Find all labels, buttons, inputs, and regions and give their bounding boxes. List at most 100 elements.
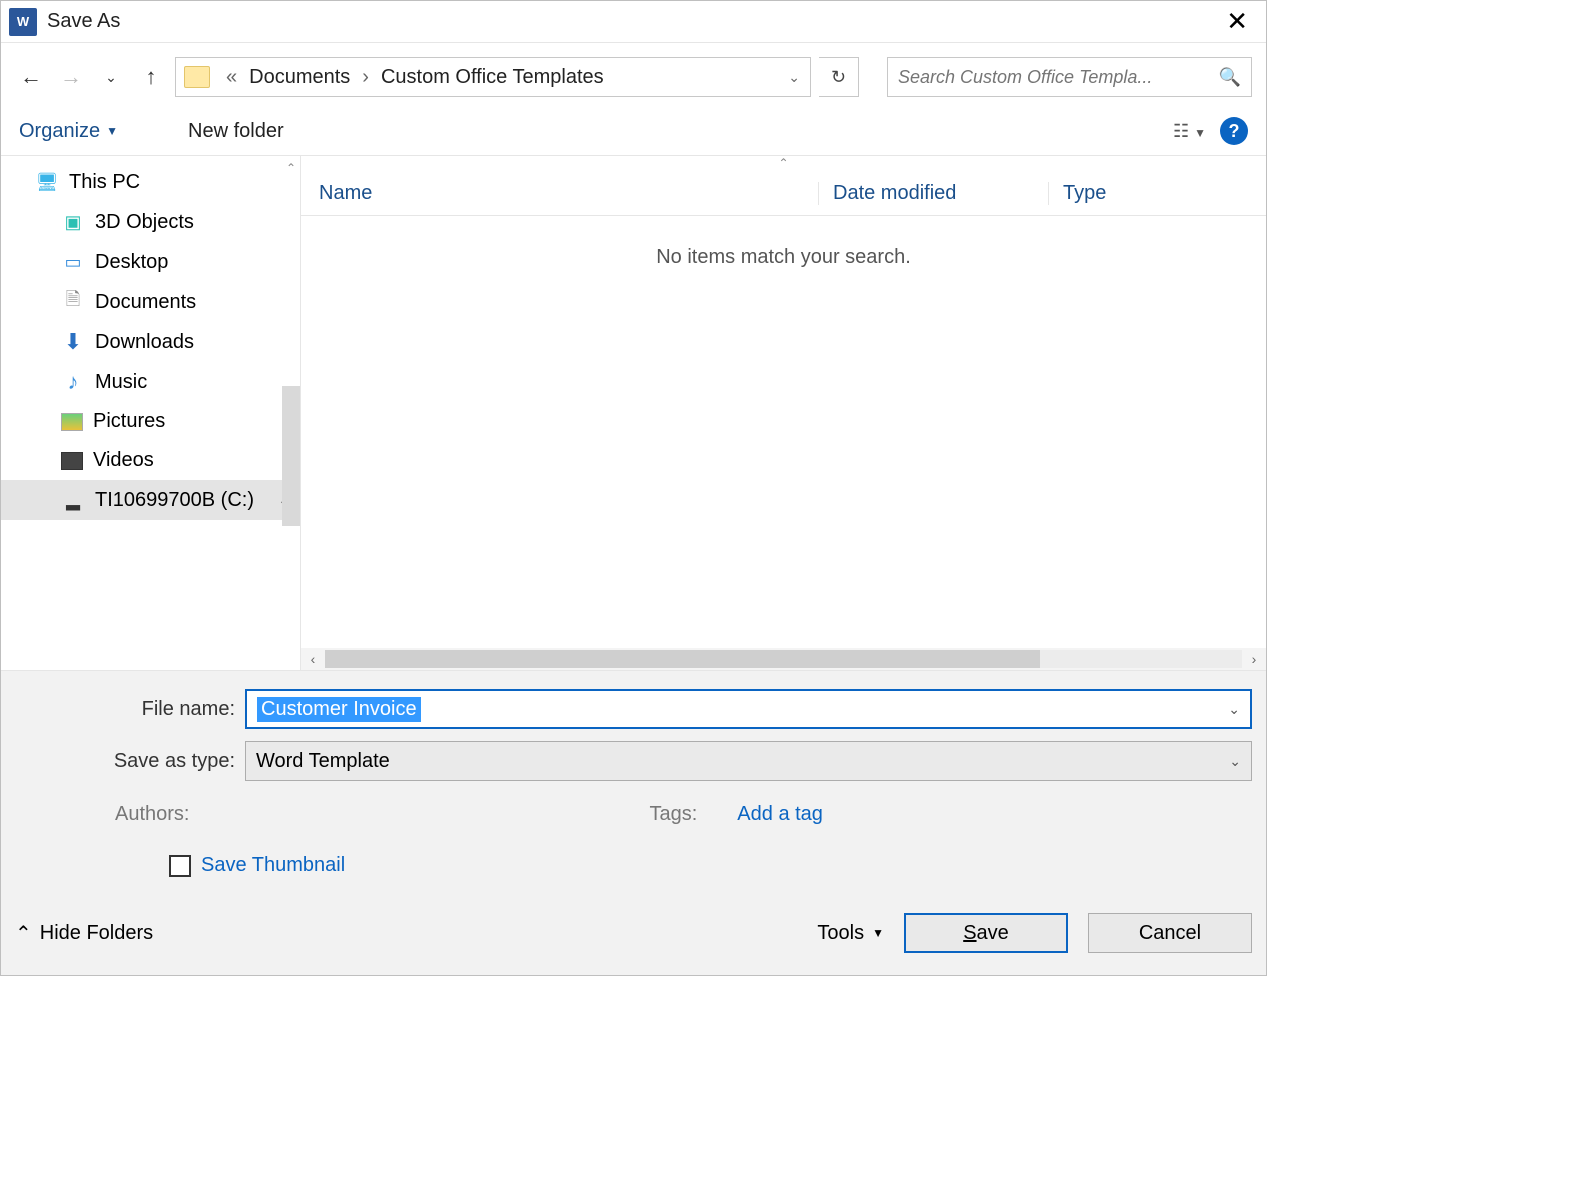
- column-headers: Name Date modified Type: [301, 172, 1266, 216]
- sidebar-item-this-pc[interactable]: 🖥 This PC: [1, 162, 300, 202]
- savetype-combo[interactable]: Word Template ⌄: [245, 741, 1252, 781]
- refresh-button[interactable]: ↻: [819, 57, 859, 97]
- horizontal-scrollbar[interactable]: ‹ ›: [301, 648, 1266, 670]
- filename-label: File name:: [15, 698, 245, 721]
- hide-folders-label: Hide Folders: [40, 922, 153, 945]
- column-header-name[interactable]: Name: [319, 182, 818, 205]
- collapse-chevron-icon[interactable]: ⌃: [301, 156, 1266, 172]
- sidebar-label: This PC: [69, 171, 140, 194]
- back-button[interactable]: ←: [15, 61, 47, 93]
- sidebar-label: TI10699700B (C:): [95, 489, 254, 512]
- drive-icon: ▂: [61, 488, 85, 512]
- form-area: File name: Customer Invoice ⌄ Save as ty…: [1, 671, 1266, 895]
- new-folder-button[interactable]: New folder: [188, 120, 284, 143]
- titlebar: W Save As ✕: [1, 1, 1266, 43]
- download-icon: ⬇: [61, 330, 85, 354]
- navigation-row: ← → ⌄ ↑ « Documents › Custom Office Temp…: [1, 43, 1266, 107]
- chevron-right-icon[interactable]: ›: [356, 66, 375, 89]
- scroll-left-icon[interactable]: ‹: [301, 651, 325, 667]
- scroll-up-icon[interactable]: ⌃: [282, 156, 300, 180]
- column-header-type[interactable]: Type: [1048, 182, 1248, 205]
- tools-label: Tools: [817, 922, 864, 945]
- toolbar: Organize ▼ New folder ☷ ▼ ?: [1, 107, 1266, 156]
- view-mode-button[interactable]: ☷ ▼: [1173, 121, 1206, 142]
- savetype-row: Save as type: Word Template ⌄: [15, 741, 1252, 781]
- sidebar-item-drive-c[interactable]: ▂ TI10699700B (C:) ⌄: [1, 480, 300, 520]
- empty-message: No items match your search.: [301, 216, 1266, 648]
- breadcrumb-part[interactable]: Custom Office Templates: [375, 66, 610, 89]
- sidebar-label: Videos: [93, 449, 154, 472]
- address-dropdown-icon[interactable]: ⌄: [782, 69, 806, 86]
- address-bar[interactable]: « Documents › Custom Office Templates ⌄: [175, 57, 811, 97]
- sidebar-item-music[interactable]: ♪ Music: [1, 362, 300, 402]
- up-button[interactable]: ↑: [135, 61, 167, 93]
- forward-button[interactable]: →: [55, 61, 87, 93]
- scrollbar-track[interactable]: [325, 650, 1242, 668]
- organize-label: Organize: [19, 120, 100, 143]
- monitor-icon: 🖥: [35, 170, 59, 194]
- sidebar-label: Documents: [95, 291, 196, 314]
- filename-row: File name: Customer Invoice ⌄: [15, 689, 1252, 729]
- thumbnail-row: Save Thumbnail: [15, 836, 1252, 887]
- music-icon: ♪: [61, 370, 85, 394]
- pictures-icon: [61, 413, 83, 431]
- view-options: ☷ ▼ ?: [1173, 117, 1248, 145]
- breadcrumb-overflow[interactable]: «: [220, 66, 243, 89]
- videos-icon: [61, 452, 83, 470]
- footer: ⌃ Hide Folders Tools ▼ Save Cancel: [1, 895, 1266, 975]
- savetype-value: Word Template: [256, 750, 390, 773]
- tags-label: Tags:: [649, 803, 697, 826]
- metadata-row: Authors: Tags: Add a tag: [15, 793, 1252, 836]
- word-app-icon: W: [9, 8, 37, 36]
- save-button[interactable]: Save: [904, 913, 1068, 953]
- filename-combo[interactable]: Customer Invoice ⌄: [245, 689, 1252, 729]
- search-icon[interactable]: 🔍: [1219, 67, 1241, 88]
- navigation-pane[interactable]: ⌃ 🖥 This PC ▣ 3D Objects ▭ Desktop 🗎 Doc…: [1, 156, 301, 670]
- sidebar-label: 3D Objects: [95, 211, 194, 234]
- cube-icon: ▣: [61, 210, 85, 234]
- cancel-button[interactable]: Cancel: [1088, 913, 1252, 953]
- sidebar-label: Music: [95, 371, 147, 394]
- sidebar-label: Downloads: [95, 331, 194, 354]
- filename-value[interactable]: Customer Invoice: [257, 697, 421, 722]
- sidebar-item-downloads[interactable]: ⬇ Downloads: [1, 322, 300, 362]
- footer-buttons: Tools ▼ Save Cancel: [817, 913, 1252, 953]
- save-thumbnail-checkbox[interactable]: [169, 855, 191, 877]
- folder-icon: [184, 66, 210, 88]
- dropdown-icon: ▼: [106, 124, 118, 138]
- dropdown-icon: ▼: [872, 926, 884, 940]
- save-thumbnail-label[interactable]: Save Thumbnail: [201, 854, 345, 877]
- document-icon: 🗎: [61, 290, 85, 314]
- organize-menu[interactable]: Organize ▼: [19, 120, 118, 143]
- desktop-icon: ▭: [61, 250, 85, 274]
- sidebar-item-3d-objects[interactable]: ▣ 3D Objects: [1, 202, 300, 242]
- sidebar-scrollbar-thumb[interactable]: [282, 386, 300, 526]
- column-header-date[interactable]: Date modified: [818, 182, 1048, 205]
- breadcrumb-part[interactable]: Documents: [243, 66, 356, 89]
- dropdown-icon[interactable]: ⌄: [1228, 701, 1240, 718]
- sidebar-item-pictures[interactable]: Pictures: [1, 402, 300, 441]
- savetype-label: Save as type:: [15, 750, 245, 773]
- search-box[interactable]: 🔍: [887, 57, 1252, 97]
- save-as-dialog: W Save As ✕ ← → ⌄ ↑ « Documents › Custom…: [0, 0, 1267, 976]
- sidebar-label: Desktop: [95, 251, 168, 274]
- sidebar-item-documents[interactable]: 🗎 Documents: [1, 282, 300, 322]
- close-button[interactable]: ✕: [1216, 6, 1258, 37]
- scroll-right-icon[interactable]: ›: [1242, 651, 1266, 667]
- file-list-pane: ⌃ Name Date modified Type No items match…: [301, 156, 1266, 670]
- help-button[interactable]: ?: [1220, 117, 1248, 145]
- tools-menu[interactable]: Tools ▼: [817, 922, 884, 945]
- sidebar-label: Pictures: [93, 410, 165, 433]
- scrollbar-thumb[interactable]: [325, 650, 1040, 668]
- search-input[interactable]: [898, 67, 1219, 88]
- add-tag-link[interactable]: Add a tag: [737, 803, 823, 826]
- sidebar-item-videos[interactable]: Videos: [1, 441, 300, 480]
- recent-chevron-icon[interactable]: ⌄: [95, 61, 127, 93]
- hide-folders-toggle[interactable]: ⌃ Hide Folders: [15, 921, 153, 946]
- chevron-up-icon: ⌃: [15, 921, 32, 946]
- save-label-rest: ave: [977, 922, 1009, 945]
- dropdown-icon[interactable]: ⌄: [1229, 753, 1241, 770]
- dialog-title: Save As: [47, 10, 120, 33]
- authors-label: Authors:: [115, 803, 189, 826]
- sidebar-item-desktop[interactable]: ▭ Desktop: [1, 242, 300, 282]
